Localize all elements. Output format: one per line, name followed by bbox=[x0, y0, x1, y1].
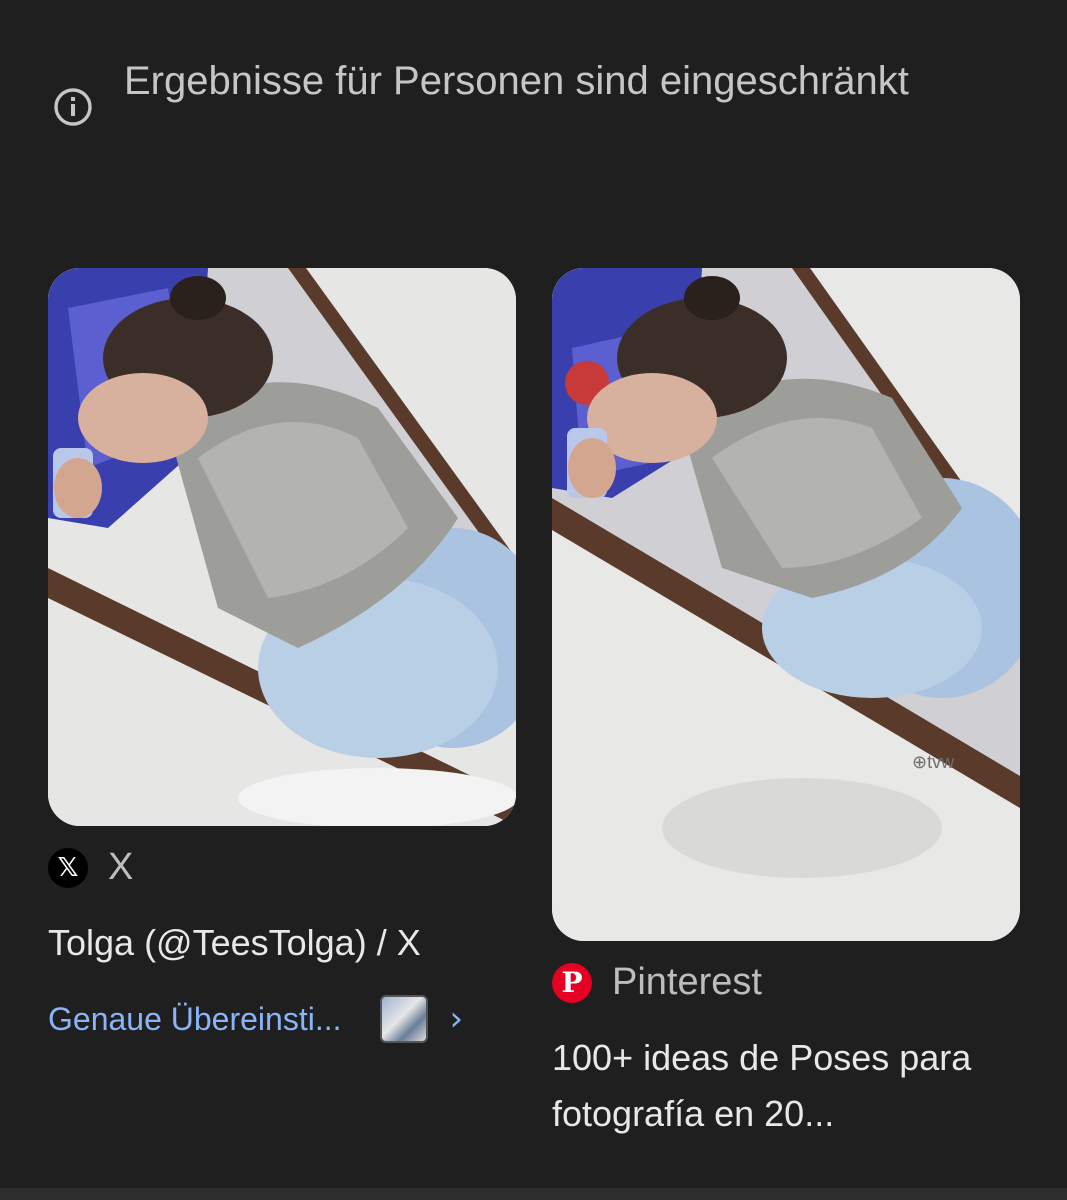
bottom-divider bbox=[0, 1188, 1067, 1200]
result-card-x[interactable]: 𝕏 X Tolga (@TeesTolga) / X Genaue Überei… bbox=[48, 268, 516, 1043]
result-card-pinterest[interactable]: ⊕tvw P Pinterest 100+ ideas de Poses par… bbox=[552, 268, 1020, 1142]
exact-match-link[interactable]: Genaue Übereinsti... bbox=[48, 1001, 342, 1038]
info-icon bbox=[54, 88, 92, 126]
result-title[interactable]: 100+ ideas de Poses para fotografía en 2… bbox=[552, 1030, 1012, 1142]
chevron-right-icon[interactable]: › bbox=[450, 999, 464, 1039]
pinterest-logo-icon: P bbox=[552, 962, 592, 1003]
restricted-results-notice: Ergebnisse für Personen sind eingeschrän… bbox=[48, 52, 1008, 132]
photo-thumbnail: ⊕tvw bbox=[552, 268, 1020, 941]
match-thumbnail[interactable] bbox=[379, 995, 428, 1043]
x-logo-icon: 𝕏 bbox=[48, 847, 88, 888]
result-image[interactable]: ⊕tvw bbox=[552, 268, 1020, 941]
result-image[interactable] bbox=[48, 268, 516, 826]
source-name: X bbox=[108, 846, 134, 888]
result-title[interactable]: Tolga (@TeesTolga) / X bbox=[48, 915, 516, 971]
exact-match-row[interactable]: Genaue Übereinsti... › bbox=[48, 995, 516, 1043]
source-name: Pinterest bbox=[612, 961, 762, 1003]
photo-thumbnail bbox=[48, 268, 516, 826]
watermark: ⊕tvw bbox=[912, 752, 955, 772]
notice-text: Ergebnisse für Personen sind eingeschrän… bbox=[124, 59, 909, 103]
